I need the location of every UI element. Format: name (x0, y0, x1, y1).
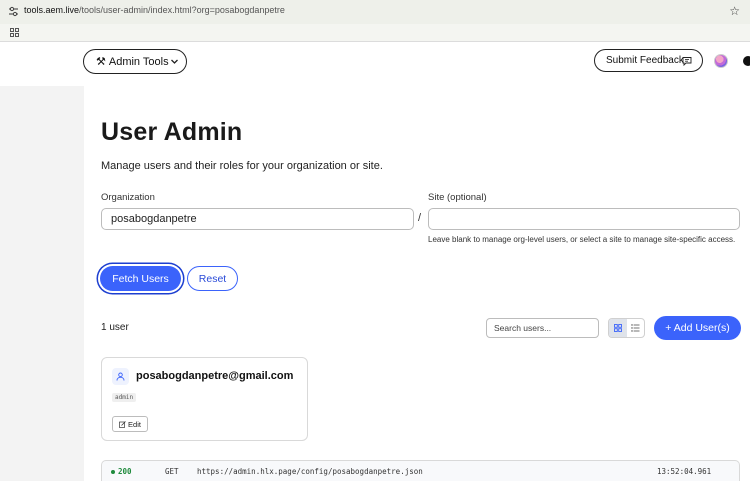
url-host: tools.aem.live (24, 5, 80, 15)
user-avatar[interactable] (714, 54, 728, 68)
extension-icon[interactable] (743, 56, 750, 66)
log-method: GET (165, 467, 179, 476)
feedback-chat-icon (682, 57, 692, 66)
page-subtitle: Manage users and their roles for your or… (101, 160, 383, 172)
tools-icon: ⚒ (96, 56, 106, 68)
admin-tools-menu[interactable]: ⚒ Admin Tools (83, 49, 187, 74)
log-url: https://admin.hlx.page/config/posabogdan… (197, 467, 423, 476)
left-sidebar (0, 86, 84, 481)
bookmarks-bar (0, 24, 750, 42)
list-view-button[interactable] (627, 319, 645, 337)
site-input[interactable] (428, 208, 740, 230)
user-email: posabogdanpetre@gmail.com (136, 370, 294, 382)
status-dot-icon (111, 470, 115, 474)
organization-label: Organization (101, 192, 155, 203)
site-settings-icon[interactable] (8, 6, 19, 17)
organization-input[interactable]: posabogdanpetre (101, 208, 414, 230)
edit-label: Edit (128, 419, 141, 429)
list-view-icon (631, 324, 640, 332)
role-badge: admin (112, 393, 137, 402)
log-status: 200 (111, 467, 132, 476)
submit-feedback-button[interactable]: Submit Feedback (594, 49, 703, 72)
log-time: 13:52:04.961 (657, 467, 712, 476)
bookmark-star-icon[interactable]: ☆ (729, 4, 740, 18)
view-toggle (608, 318, 645, 338)
search-users-input[interactable]: Search users... (486, 318, 599, 338)
reset-button[interactable]: Reset (187, 266, 238, 291)
add-users-button[interactable]: + Add User(s) (654, 316, 741, 340)
url-text[interactable]: tools.aem.live/tools/user-admin/index.ht… (24, 5, 285, 15)
grid-view-button[interactable] (609, 319, 627, 337)
edit-user-button[interactable]: Edit (112, 416, 148, 432)
submit-feedback-label: Submit Feedback (606, 55, 684, 66)
user-card: posabogdanpetre@gmail.com admin Edit (101, 357, 308, 441)
site-hint: Leave blank to manage org-level users, o… (428, 235, 736, 244)
chevron-down-icon (171, 59, 178, 64)
site-label: Site (optional) (428, 192, 487, 203)
address-bar[interactable]: tools.aem.live/tools/user-admin/index.ht… (0, 0, 750, 24)
admin-tools-label: Admin Tools (108, 55, 169, 68)
edit-icon (119, 420, 126, 428)
fetch-users-button[interactable]: Fetch Users (100, 266, 181, 291)
apps-grid-icon[interactable] (10, 28, 19, 37)
user-count: 1 user (101, 322, 129, 333)
page-title: User Admin (101, 118, 243, 146)
grid-view-icon (613, 324, 622, 332)
app-header: ⚒ Admin Tools Submit Feedback (0, 42, 750, 86)
user-icon (112, 368, 129, 385)
org-site-separator: / (418, 212, 422, 224)
url-path: /tools/user-admin/index.html?org=posabog… (79, 5, 285, 15)
request-log-row: 200 GET https://admin.hlx.page/config/po… (101, 460, 740, 481)
log-status-code: 200 (118, 467, 132, 476)
